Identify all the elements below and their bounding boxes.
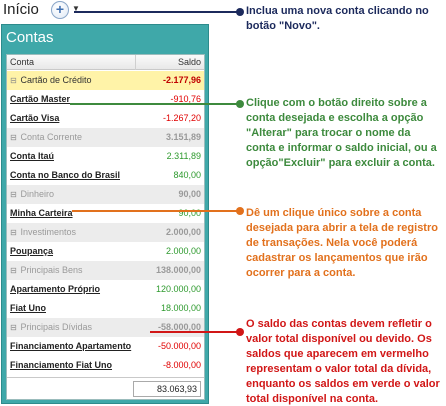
account-name[interactable]: Conta Itaú: [10, 151, 54, 161]
account-name[interactable]: Minha Carteira: [10, 208, 73, 218]
account-name[interactable]: Financiamento Apartamento: [10, 341, 131, 351]
group-label: ⊟ Cartão de Crédito: [10, 75, 92, 85]
callout-saldo: O saldo das contas devem refletir o valo…: [246, 318, 440, 405]
account-row[interactable]: Cartão Master -910,76: [7, 90, 204, 109]
collapse-icon[interactable]: ⊟: [10, 190, 18, 199]
account-name[interactable]: Fiat Uno: [10, 303, 46, 313]
add-account-button[interactable]: +: [51, 1, 69, 19]
collapse-icon[interactable]: ⊟: [10, 76, 18, 85]
group-row[interactable]: ⊟ Principais Dívidas -58.000,00: [7, 318, 204, 337]
account-row[interactable]: Poupança 2.000,00: [7, 242, 204, 261]
group-row[interactable]: ⊟ Investimentos 2.000,00: [7, 223, 204, 242]
group-balance: 2.000,00: [165, 227, 201, 237]
account-name[interactable]: Cartão Master: [10, 94, 70, 104]
group-label: ⊟ Investimentos: [10, 227, 77, 237]
collapse-icon[interactable]: ⊟: [10, 133, 18, 142]
callout-leader-line: [70, 103, 238, 105]
account-row[interactable]: Conta no Banco do Brasil 840,00: [7, 166, 204, 185]
account-balance: 120.000,00: [155, 284, 201, 294]
total-balance: 83.063,93: [156, 384, 197, 394]
account-balance: -1.267,20: [162, 113, 201, 123]
group-label: ⊟ Conta Corrente: [10, 132, 83, 142]
group-balance: -2.177,96: [162, 75, 201, 85]
group-row[interactable]: ⊟ Conta Corrente 3.151,89: [7, 128, 204, 147]
account-row[interactable]: Financiamento Fiat Uno -8.000,00: [7, 356, 204, 375]
collapse-icon[interactable]: ⊟: [10, 323, 18, 332]
divider: [7, 377, 204, 378]
account-balance: -50.000,00: [157, 341, 201, 351]
account-row[interactable]: Cartão Visa -1.267,20: [7, 109, 204, 128]
account-name[interactable]: Financiamento Fiat Uno: [10, 360, 112, 370]
callout-leader-line: [72, 210, 238, 212]
account-balance: 2.000,00: [165, 246, 201, 256]
account-balance: 2.311,89: [166, 151, 201, 161]
callout-leader-line: [150, 331, 238, 333]
collapse-icon[interactable]: ⊟: [10, 228, 18, 237]
plus-icon: +: [55, 1, 65, 17]
accounts-grid: Conta Saldo ⊟ Cartão de Crédito -2.177,9…: [6, 54, 205, 400]
group-balance: 90,00: [178, 189, 201, 199]
account-balance: 18.000,00: [160, 303, 201, 313]
account-name[interactable]: Poupança: [10, 246, 53, 256]
callout-novo: Inclua uma nova conta clicando no botão …: [246, 5, 429, 32]
callout-leader-line: [74, 11, 238, 13]
account-row[interactable]: Minha Carteira 90,00: [7, 204, 204, 223]
total-balance-box: 83.063,93: [133, 381, 201, 397]
grid-header: Conta Saldo: [7, 55, 204, 70]
account-row[interactable]: Conta Itaú 2.311,89: [7, 147, 204, 166]
group-balance: 3.151,89: [165, 132, 201, 142]
group-label: ⊟ Dinheiro: [10, 189, 55, 199]
account-name[interactable]: Conta no Banco do Brasil: [10, 170, 120, 180]
account-row[interactable]: Apartamento Próprio 120.000,00: [7, 280, 204, 299]
account-balance: 840,00: [173, 170, 201, 180]
page-title: Início: [3, 1, 39, 18]
account-name[interactable]: Cartão Visa: [10, 113, 59, 123]
collapse-icon[interactable]: ⊟: [10, 266, 18, 275]
accounts-panel: Contas Conta Saldo ⊟ Cartão de Crédito -…: [1, 24, 209, 404]
group-row[interactable]: ⊟ Dinheiro 90,00: [7, 185, 204, 204]
account-balance: -8.000,00: [162, 360, 201, 370]
account-row[interactable]: Fiat Uno 18.000,00: [7, 299, 204, 318]
column-divider: [135, 55, 136, 70]
callout-registro: Dê um clique único sobre a conta desejad…: [246, 207, 438, 279]
column-header-saldo[interactable]: Saldo: [178, 57, 201, 67]
column-header-conta[interactable]: Conta: [10, 57, 34, 67]
group-label: ⊟ Principais Dívidas: [10, 322, 93, 332]
group-balance: 138.000,00: [155, 265, 201, 275]
account-row[interactable]: Financiamento Apartamento -50.000,00: [7, 337, 204, 356]
account-name[interactable]: Apartamento Próprio: [10, 284, 100, 294]
group-label: ⊟ Principais Bens: [10, 265, 83, 275]
group-row[interactable]: ⊟ Cartão de Crédito -2.177,96: [7, 71, 204, 90]
panel-title: Contas: [6, 29, 54, 46]
group-row[interactable]: ⊟ Principais Bens 138.000,00: [7, 261, 204, 280]
callout-alterar: Clique com o botão direito sobre a conta…: [246, 97, 437, 169]
